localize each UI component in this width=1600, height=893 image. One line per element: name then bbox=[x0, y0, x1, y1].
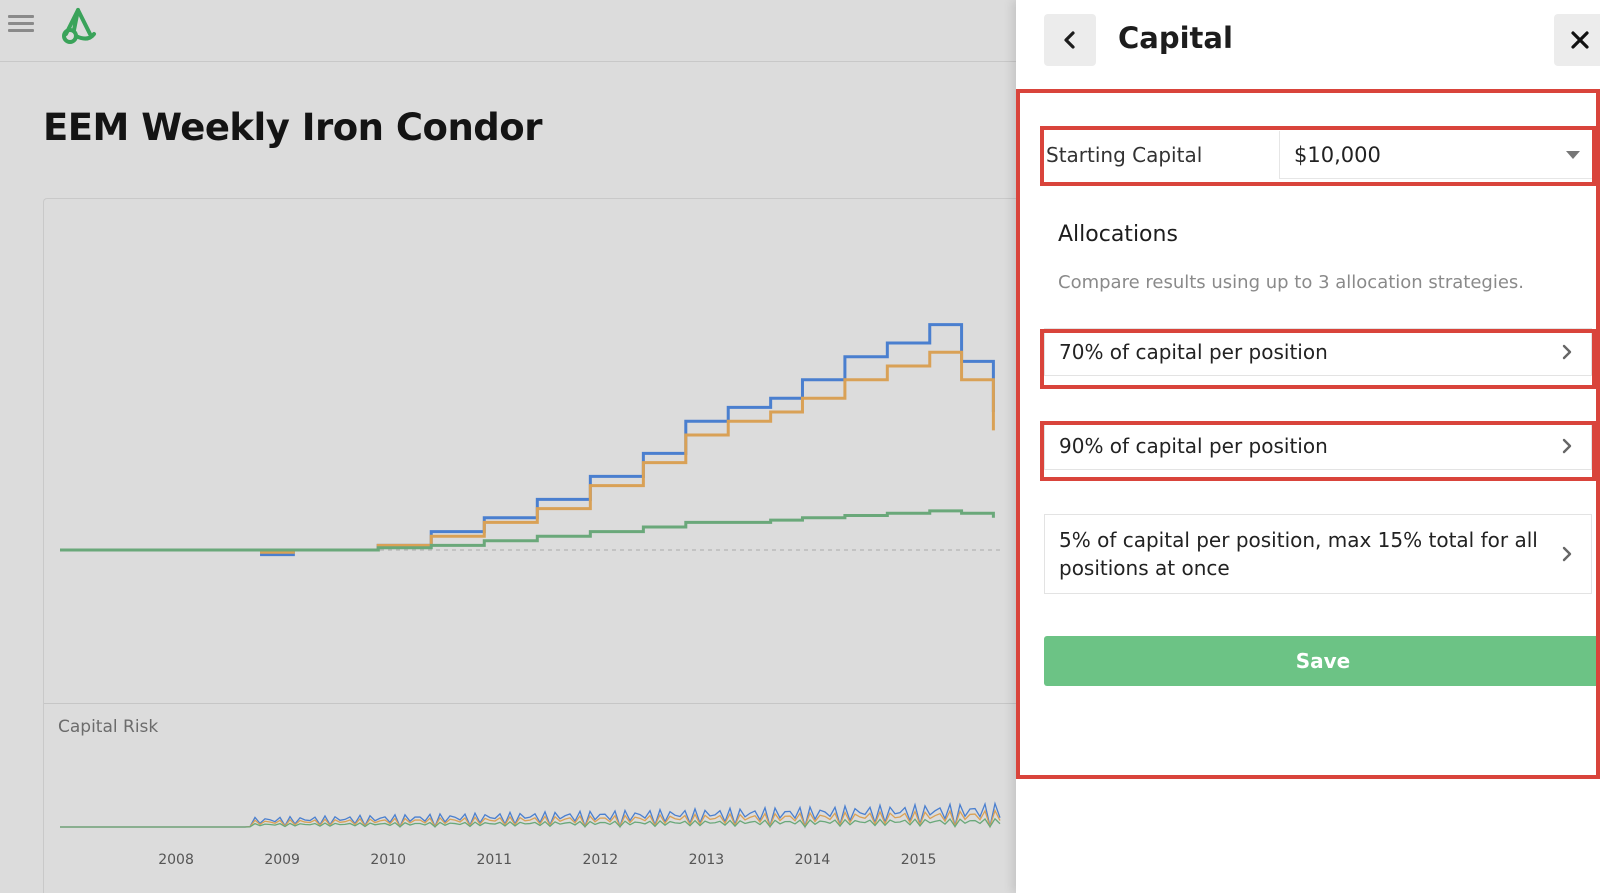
close-button[interactable] bbox=[1554, 14, 1600, 66]
x-tick-label: 2012 bbox=[583, 852, 619, 868]
x-axis-ticks: 2008 2009 2010 2011 2012 2013 2014 2015 bbox=[158, 852, 936, 868]
highlight-allocation-90 bbox=[1040, 421, 1596, 481]
chart-card: 2008 2009 2010 2011 2012 2013 2014 2015 Capital… bbox=[43, 198, 1016, 893]
app-root: EEM Weekly Iron Condor 2008 2009 2010 2011 2… bbox=[0, 0, 1600, 893]
risk-orange-line bbox=[60, 808, 1001, 829]
x-tick-label: 2015 bbox=[901, 852, 937, 868]
series-blue-line bbox=[60, 323, 995, 557]
panel-title: Capital bbox=[1118, 21, 1233, 55]
page-title: EEM Weekly Iron Condor bbox=[43, 106, 542, 149]
capital-panel: Capital Starting Capital $10,000 Allocat… bbox=[1016, 0, 1600, 893]
x-tick-label: 2009 bbox=[264, 852, 300, 868]
performance-chart: 2008 2009 2010 2011 2012 2013 2014 2015 bbox=[60, 323, 1004, 868]
panel-header: Capital bbox=[1016, 0, 1600, 80]
back-button[interactable] bbox=[1044, 14, 1096, 66]
risk-lines bbox=[60, 801, 1001, 829]
chevron-left-icon bbox=[1064, 31, 1075, 49]
highlight-allocation-70 bbox=[1040, 329, 1596, 389]
menu-icon[interactable] bbox=[8, 12, 34, 36]
x-tick-label: 2014 bbox=[795, 852, 831, 868]
x-tick-label: 2010 bbox=[370, 852, 406, 868]
close-icon bbox=[1571, 31, 1589, 49]
top-bar bbox=[0, 0, 1016, 62]
series-group bbox=[60, 323, 995, 557]
series-orange-line bbox=[60, 350, 995, 554]
logo-icon[interactable] bbox=[56, 4, 100, 46]
risk-divider bbox=[44, 703, 1016, 704]
x-tick-label: 2008 bbox=[158, 852, 194, 868]
capital-risk-label: Capital Risk bbox=[58, 717, 159, 737]
x-tick-label: 2011 bbox=[476, 852, 512, 868]
highlight-starting-capital bbox=[1040, 126, 1596, 186]
x-tick-label: 2013 bbox=[689, 852, 725, 868]
